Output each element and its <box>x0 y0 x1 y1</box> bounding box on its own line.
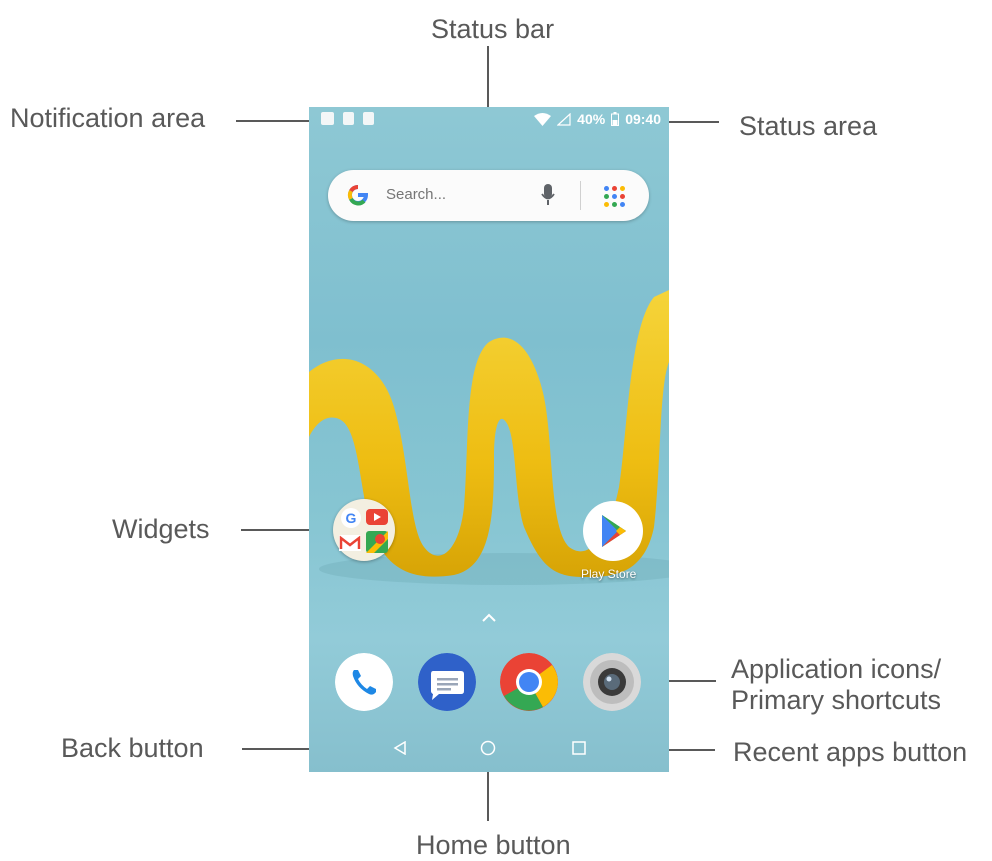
status-area-callout: Status area <box>739 111 878 141</box>
search-placeholder[interactable]: Search... <box>386 186 446 203</box>
wifi-icon <box>534 112 552 126</box>
app-icons-callout: Application icons/ Primary shortcuts <box>731 654 941 716</box>
home-button-icon[interactable] <box>480 740 496 756</box>
clock: 09:40 <box>625 111 661 127</box>
camera-icon[interactable] <box>583 653 641 711</box>
status-bar: 40% 09:40 <box>309 107 669 132</box>
gmail-mini-icon <box>339 535 361 551</box>
phone-dialer-icon[interactable] <box>335 653 393 711</box>
notification-area <box>321 112 374 125</box>
image-notification-icon <box>321 112 334 125</box>
back-button-icon[interactable] <box>393 741 407 755</box>
microphone-icon[interactable] <box>540 183 556 207</box>
search-divider <box>580 181 581 210</box>
status-area: 40% 09:40 <box>534 111 661 127</box>
google-g-icon <box>347 184 369 206</box>
status-bar-callout: Status bar <box>431 14 555 44</box>
home-button-callout: Home button <box>416 830 571 860</box>
app-icons-callout-line2: Primary shortcuts <box>731 685 942 716</box>
google-apps-folder[interactable]: G <box>333 499 395 561</box>
play-store-label: Play Store <box>581 567 637 581</box>
recent-apps-callout: Recent apps button <box>733 737 968 767</box>
phone-screen: 40% 09:40 Search... G Play Store <box>309 107 669 772</box>
play-store-app[interactable]: Play Store <box>581 500 645 584</box>
widgets-callout: Widgets <box>112 514 210 544</box>
svg-text:G: G <box>346 510 357 526</box>
sim-card-icon <box>343 112 354 125</box>
messages-icon[interactable] <box>418 653 476 711</box>
cell-signal-icon <box>557 112 571 126</box>
app-icons-callout-line1: Application icons/ <box>731 654 942 684</box>
notification-area-callout: Notification area <box>10 103 206 133</box>
sd-card-icon <box>363 112 374 125</box>
chrome-icon[interactable] <box>500 653 558 711</box>
battery-icon <box>611 112 620 126</box>
back-button-callout: Back button <box>61 733 204 763</box>
recent-apps-button-icon[interactable] <box>572 741 586 755</box>
maps-mini-icon <box>366 531 388 553</box>
youtube-mini-icon <box>366 509 388 525</box>
google-mini-icon: G <box>341 508 361 528</box>
battery-percent: 40% <box>577 111 606 127</box>
google-search-bar[interactable]: Search... <box>328 170 649 221</box>
app-drawer-chevron-icon[interactable] <box>482 613 496 622</box>
play-store-icon <box>583 501 643 561</box>
assistant-dots-icon[interactable] <box>604 186 625 207</box>
